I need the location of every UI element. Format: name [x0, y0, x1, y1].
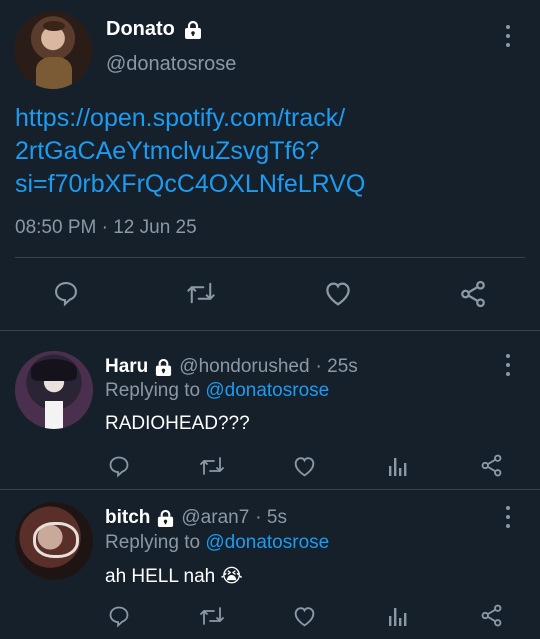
- like-icon[interactable]: [292, 604, 317, 628]
- retweet-icon[interactable]: [199, 604, 225, 628]
- handle[interactable]: @hondorushed: [179, 356, 309, 378]
- replying-to-link[interactable]: @donatosrose: [205, 532, 329, 553]
- avatar-haru[interactable]: [15, 351, 93, 429]
- more-icon[interactable]: [505, 506, 511, 528]
- replying-label: Replying to: [105, 532, 201, 553]
- reply-icon[interactable]: [107, 454, 131, 478]
- like-icon[interactable]: [292, 454, 317, 478]
- divider: [0, 330, 540, 331]
- reply-icon[interactable]: [107, 604, 131, 628]
- reply-time: · 25s: [315, 356, 358, 377]
- reply-text-row: ah HELL nah 😭: [105, 565, 243, 588]
- loudly-crying-emoji: 😭: [220, 566, 243, 587]
- avatar-donato[interactable]: [14, 11, 92, 89]
- handle[interactable]: @aran7: [181, 507, 249, 529]
- tweet-link-line[interactable]: https://open.spotify.com/track/: [15, 102, 365, 135]
- share-icon[interactable]: [458, 279, 488, 309]
- more-icon[interactable]: [505, 354, 511, 376]
- display-name[interactable]: Donato: [106, 18, 175, 41]
- avatar-bitch[interactable]: [15, 502, 93, 580]
- lock-icon: [183, 20, 203, 40]
- lock-icon: [156, 509, 175, 528]
- display-name[interactable]: Haru: [105, 356, 148, 378]
- tweet-link[interactable]: https://open.spotify.com/track/ 2rtGaCAe…: [15, 102, 365, 201]
- replying-to-link[interactable]: @donatosrose: [205, 380, 329, 401]
- retweet-icon[interactable]: [199, 454, 225, 478]
- reply-icon[interactable]: [52, 279, 80, 307]
- retweet-icon[interactable]: [186, 279, 216, 307]
- analytics-icon[interactable]: [387, 454, 409, 478]
- share-icon[interactable]: [479, 453, 504, 478]
- handle[interactable]: @donatosrose: [106, 53, 236, 76]
- display-name[interactable]: bitch: [105, 507, 150, 529]
- analytics-icon[interactable]: [387, 604, 409, 628]
- timestamp: 08:50 PM · 12 Jun 25: [15, 217, 197, 238]
- divider: [0, 489, 540, 490]
- tweet-link-line[interactable]: 2rtGaCAeYtmclvuZsvgTf6?: [15, 135, 365, 168]
- divider: [15, 257, 525, 258]
- lock-icon: [154, 358, 173, 377]
- tweet-link-line[interactable]: si=f70rbXFrQcC4OXLNfeLRVQ: [15, 168, 365, 201]
- reply-text: RADIOHEAD???: [105, 413, 250, 434]
- share-icon[interactable]: [479, 603, 504, 628]
- replying-label: Replying to: [105, 380, 201, 401]
- like-icon[interactable]: [323, 279, 353, 307]
- reply-time: · 5s: [255, 507, 287, 528]
- reply-text: ah HELL nah: [105, 566, 216, 587]
- more-icon[interactable]: [505, 25, 511, 47]
